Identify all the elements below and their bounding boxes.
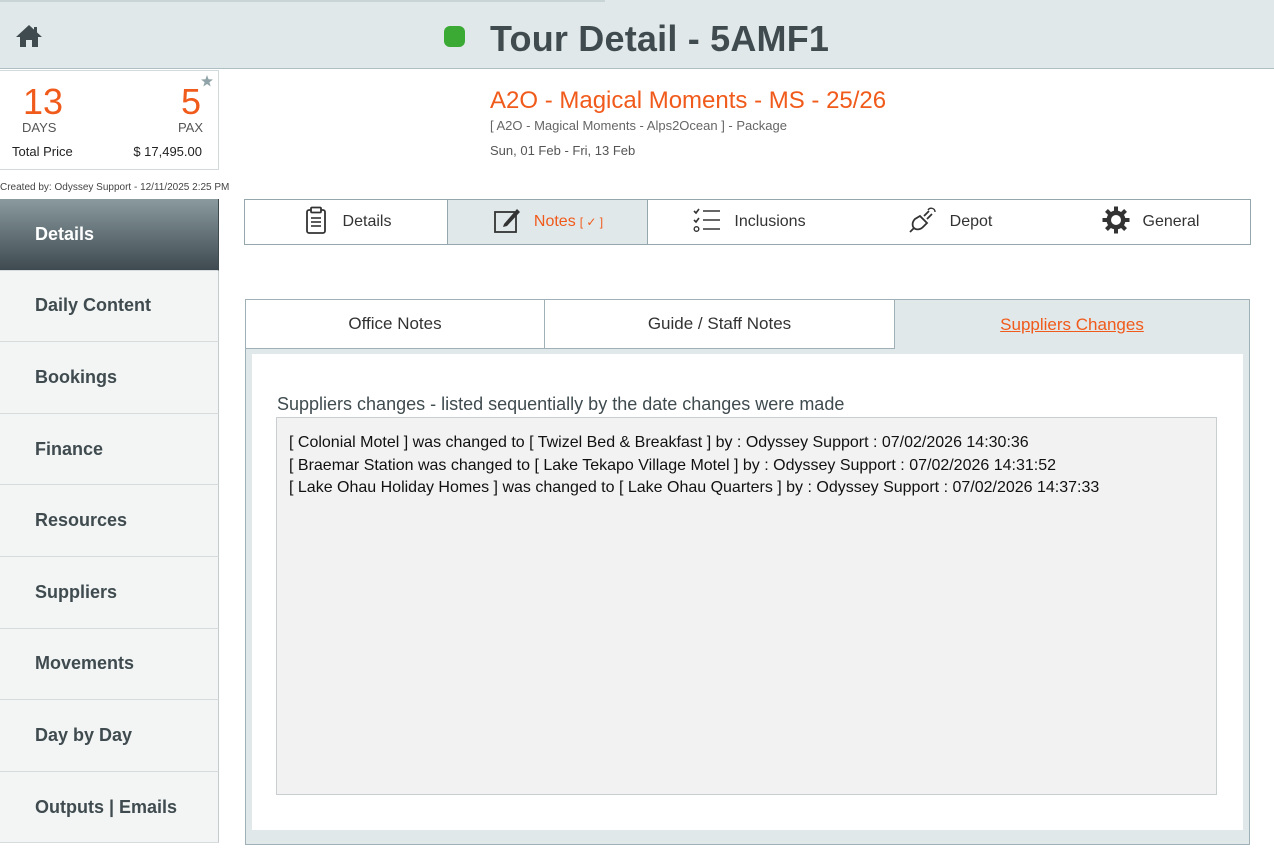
sidebar-item-bookings[interactable]: Bookings <box>0 342 219 414</box>
status-indicator <box>444 26 465 47</box>
header-bar: Tour Detail - 5AMF1 <box>0 0 1274 69</box>
sidebar-item-label: Daily Content <box>35 295 152 316</box>
sidebar-item-label: Bookings <box>35 366 118 387</box>
tab-guide-staff-notes[interactable]: Guide / Staff Notes <box>545 300 895 349</box>
sidebar-item-label: Details <box>35 223 95 244</box>
created-by-text: Created by: Odyssey Support - 12/11/2025… <box>0 182 230 193</box>
edit-icon <box>492 205 522 240</box>
sidebar-item-resources[interactable]: Resources <box>0 485 219 557</box>
sidebar-nav: Details Daily Content Bookings Finance R… <box>0 199 219 844</box>
tab-label: Depot <box>949 213 993 230</box>
sidebar-item-label: Suppliers <box>35 581 118 602</box>
tab-label: Notes <box>533 213 576 230</box>
sidebar-item-label: Resources <box>35 510 128 531</box>
tab-notes[interactable]: Notes[ ✓ ] <box>447 200 648 244</box>
pax-count: 5 <box>180 81 201 122</box>
checklist-icon <box>692 205 722 240</box>
tab-suppliers-changes[interactable]: Suppliers Changes <box>895 300 1249 349</box>
sidebar-item-outputs-emails[interactable]: Outputs | Emails <box>0 771 219 844</box>
sidebar-item-label: Outputs | Emails <box>35 796 178 817</box>
tab-inclusions[interactable]: Inclusions <box>648 200 850 244</box>
tab-depot[interactable]: Depot <box>850 200 1050 244</box>
tour-name: A2O - Magical Moments - MS - 25/26 <box>490 87 887 114</box>
gear-icon <box>1101 205 1131 240</box>
days-label: DAYS <box>22 120 57 135</box>
star-icon <box>201 74 213 87</box>
suppliers-changes-heading: Suppliers changes - listed sequentially … <box>277 394 845 414</box>
change-entry: [ Lake Ohau Holiday Homes ] was changed … <box>289 479 1100 496</box>
suppliers-changes-textarea[interactable]: [ Colonial Motel ] was changed to [ Twiz… <box>276 417 1217 795</box>
sidebar-item-daily-content[interactable]: Daily Content <box>0 270 219 343</box>
sidebar-item-suppliers[interactable]: Suppliers <box>0 556 219 629</box>
change-entry: [ Braemar Station was changed to [ Lake … <box>289 456 1056 474</box>
tour-summary-card: 13 DAYS 5 PAX Total Price $ 17,495.00 <box>0 70 219 170</box>
sidebar-item-label: Finance <box>35 438 104 459</box>
tour-dates: Sun, 01 Feb - Fri, 13 Feb <box>490 143 636 158</box>
sidebar-item-day-by-day[interactable]: Day by Day <box>0 700 219 772</box>
header-topline <box>0 0 605 2</box>
sidebar-item-details[interactable]: Details <box>0 199 219 271</box>
plug-icon <box>908 205 938 240</box>
tab-label: Inclusions <box>734 213 806 230</box>
notes-check-tag: [ ✓ ] <box>579 215 604 229</box>
main-tab-bar: Details Notes[ ✓ ] Inclusions Depot Gene… <box>244 199 1251 245</box>
page-title: Tour Detail - 5AMF1 <box>490 18 830 59</box>
clipboard-icon <box>301 205 331 240</box>
home-icon[interactable] <box>14 22 44 50</box>
notes-panel: Office Notes Guide / Staff Notes Supplie… <box>245 299 1250 845</box>
notes-body: Suppliers changes - listed sequentially … <box>252 354 1243 830</box>
tab-details[interactable]: Details <box>245 200 447 244</box>
tab-office-notes[interactable]: Office Notes <box>246 300 545 349</box>
pax-label: PAX <box>177 120 203 135</box>
total-price-value: $ 17,495.00 <box>133 144 202 159</box>
tab-general[interactable]: General <box>1050 200 1250 244</box>
sidebar-item-finance[interactable]: Finance <box>0 413 219 486</box>
notes-sub-tab-bar: Office Notes Guide / Staff Notes Supplie… <box>246 300 1249 349</box>
sidebar-item-label: Day by Day <box>35 724 133 745</box>
days-count: 13 <box>23 81 64 122</box>
tab-label: General <box>1142 213 1200 230</box>
tour-package: [ A2O - Magical Moments - Alps2Ocean ] -… <box>490 118 787 133</box>
sidebar-item-label: Movements <box>35 653 135 674</box>
change-entry: [ Colonial Motel ] was changed to [ Twiz… <box>289 434 1029 451</box>
total-price-label: Total Price <box>12 144 73 159</box>
sidebar-item-movements[interactable]: Movements <box>0 628 219 701</box>
tab-label: Details <box>342 213 392 230</box>
